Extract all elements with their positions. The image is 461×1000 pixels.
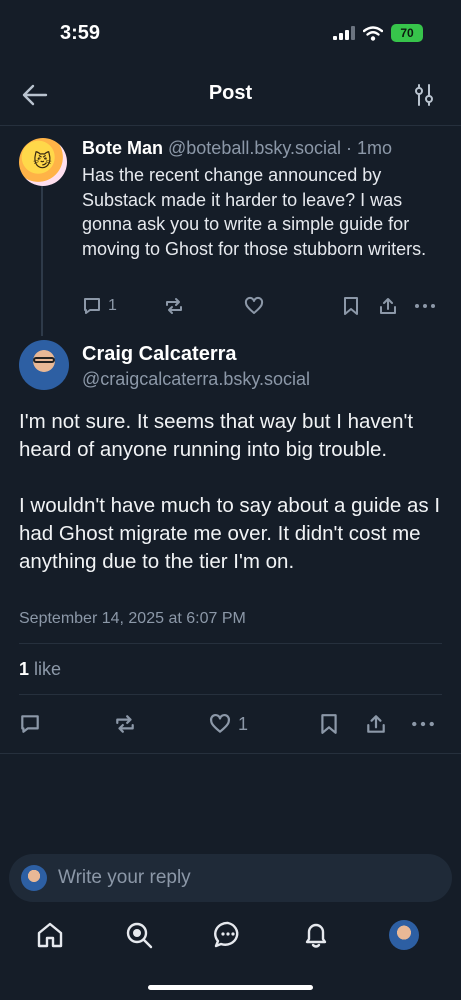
search-icon: [126, 922, 153, 949]
main-post-actions: 1: [19, 711, 442, 737]
author-name[interactable]: Craig Calcaterra: [82, 343, 237, 366]
post-paragraph: I'm not sure. It seems that way but I ha…: [19, 410, 414, 461]
parent-post-text: Has the recent change announced by Subst…: [82, 165, 427, 259]
like-count-label: like: [29, 659, 62, 679]
speech-bubble-icon: [84, 298, 100, 314]
status-icons: 70: [333, 24, 423, 42]
author-handle[interactable]: @boteball.bsky.social: [168, 138, 341, 158]
author-handle[interactable]: @craigcalcaterra.bsky.social: [82, 369, 310, 390]
avatar: [21, 865, 47, 891]
main-post-text: I'm not sure. It seems that way but I ha…: [19, 408, 444, 576]
wifi-icon: [363, 25, 383, 41]
chat-bubble-icon: [214, 921, 239, 948]
bookmark-icon: [321, 714, 337, 734]
tab-search[interactable]: [122, 918, 156, 952]
tab-home[interactable]: [33, 918, 67, 952]
battery-indicator: 70: [391, 24, 423, 42]
tab-notifications[interactable]: [299, 918, 333, 952]
divider: [19, 694, 442, 695]
like-button[interactable]: [244, 295, 264, 317]
page-title: Post: [208, 82, 253, 104]
speech-bubble-icon: [21, 715, 39, 733]
bell-icon: [305, 923, 327, 948]
avatar[interactable]: [19, 340, 69, 390]
divider: [19, 643, 442, 644]
bookmark-icon: [344, 297, 358, 315]
home-icon: [37, 922, 63, 948]
avatar-face-icon: 😼: [33, 151, 52, 171]
like-count: 1: [238, 713, 249, 734]
post-timestamp: September 14, 2025 at 6:07 PM: [19, 610, 246, 627]
sliders-icon: [415, 84, 433, 106]
reply-input[interactable]: Write your reply: [9, 854, 452, 902]
share-button[interactable]: [378, 295, 398, 317]
status-time: 3:59: [60, 22, 101, 44]
repost-button[interactable]: [114, 711, 136, 737]
more-options-button[interactable]: [414, 295, 436, 317]
share-upload-icon: [380, 298, 396, 314]
header-divider: [0, 125, 461, 126]
share-upload-icon: [367, 715, 385, 733]
ellipsis-icon: [415, 304, 435, 308]
bookmark-button[interactable]: [342, 295, 360, 317]
thread-connector-line: [41, 186, 43, 336]
ellipsis-icon: [412, 721, 434, 727]
parent-post-actions: 1: [82, 295, 442, 317]
avatar[interactable]: 😼: [19, 138, 67, 186]
thread-settings-button[interactable]: [413, 83, 435, 107]
bookmark-button[interactable]: [319, 711, 339, 737]
tab-chat[interactable]: [211, 918, 245, 952]
like-count-number: 1: [19, 659, 30, 679]
battery-level: 70: [400, 26, 414, 40]
heart-icon: [244, 296, 264, 314]
reply-button[interactable]: [19, 711, 41, 737]
like-count-link[interactable]: 1 like: [19, 659, 61, 680]
heart-icon: [209, 713, 231, 733]
avatar-glasses-icon: [33, 357, 55, 363]
home-indicator: [148, 985, 313, 990]
divider: [0, 753, 461, 754]
avatar: [389, 920, 419, 950]
parent-post-header: Bote Man @boteball.bsky.social · 1mo: [82, 138, 392, 159]
repost-arrows-icon: [116, 715, 134, 733]
repost-arrows-icon: [166, 298, 182, 314]
like-button[interactable]: 1: [208, 711, 248, 737]
reply-button[interactable]: 1: [82, 295, 117, 317]
more-options-button[interactable]: [411, 711, 435, 737]
meta-separator: ·: [341, 138, 358, 158]
reply-placeholder: Write your reply: [58, 867, 191, 888]
author-name[interactable]: Bote Man: [82, 138, 163, 158]
post-age: 1mo: [357, 138, 393, 158]
tab-profile[interactable]: [387, 918, 421, 952]
post-paragraph: I wouldn't have much to say about a guid…: [19, 494, 441, 573]
share-button[interactable]: [365, 711, 387, 737]
repost-button[interactable]: [164, 295, 184, 317]
cellular-signal-icon: [333, 26, 355, 40]
reply-count: 1: [108, 297, 117, 314]
